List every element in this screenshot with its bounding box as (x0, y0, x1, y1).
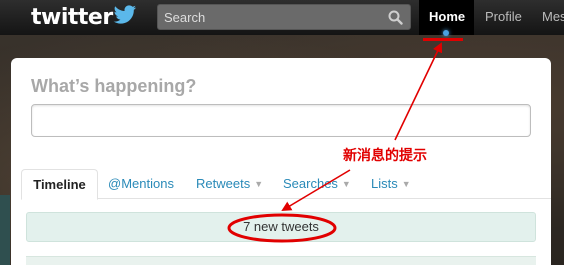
annotation-overlay (227, 42, 443, 243)
annotation-arrow-to-home (394, 42, 443, 141)
annotation-ellipse (227, 213, 337, 243)
page: twitter Home Profile Mes What’s happenin… (0, 0, 564, 265)
annotation-arrow-to-new-tweets (281, 169, 351, 212)
annotation-label: 新消息的提示 (343, 148, 427, 164)
